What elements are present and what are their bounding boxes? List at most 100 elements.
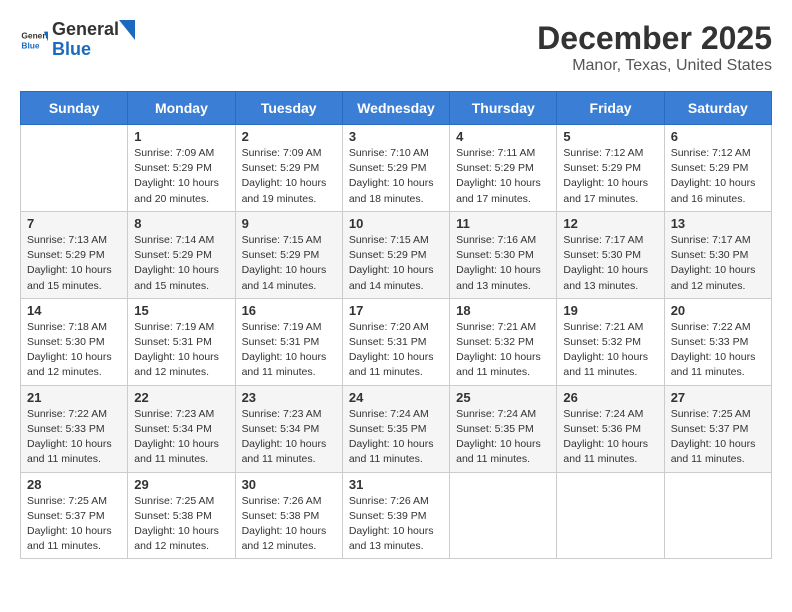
day-info: Sunrise: 7:18 AM Sunset: 5:30 PM Dayligh…: [27, 320, 121, 381]
day-number: 21: [27, 390, 121, 405]
calendar-week-row: 1 Sunrise: 7:09 AM Sunset: 5:29 PM Daylig…: [21, 125, 772, 212]
day-info: Sunrise: 7:15 AM Sunset: 5:29 PM Dayligh…: [349, 233, 443, 294]
day-info: Sunrise: 7:25 AM Sunset: 5:37 PM Dayligh…: [27, 494, 121, 555]
logo-general: General: [52, 20, 119, 40]
day-number: 12: [563, 216, 657, 231]
calendar-cell: 26Sunrise: 7:24 AM Sunset: 5:36 PM Dayli…: [557, 385, 664, 472]
calendar-cell: 23 Sunrise: 7:23 AM Sunset: 5:34 PM Dayli…: [235, 385, 342, 472]
day-number: 16: [242, 303, 336, 318]
day-info: Sunrise: 7:10 AM Sunset: 5:29 PM Dayligh…: [349, 146, 443, 207]
day-info: Sunrise: 7:23 AM Sunset: 5:34 PM Dayligh…: [134, 407, 228, 468]
calendar-cell: 9 Sunrise: 7:15 AM Sunset: 5:29 PM Daylig…: [235, 211, 342, 298]
day-info: Sunrise: 7:15 AM Sunset: 5:29 PM Dayligh…: [242, 233, 336, 294]
day-number: 23: [242, 390, 336, 405]
calendar-cell: 1Sunrise: 7:09 AM Sunset: 5:29 PM Daylig…: [128, 125, 235, 212]
day-number: 24: [349, 390, 443, 405]
day-number: 29: [134, 477, 228, 492]
calendar-header-thursday: Thursday: [450, 92, 557, 125]
calendar-cell: 8 Sunrise: 7:14 AM Sunset: 5:29 PM Daylig…: [128, 211, 235, 298]
header: General Blue General Blue December 2025 …: [20, 20, 772, 75]
calendar-cell: 5 Sunrise: 7:12 AM Sunset: 5:29 PM Daylig…: [557, 125, 664, 212]
day-info: Sunrise: 7:17 AM Sunset: 5:30 PM Dayligh…: [563, 233, 657, 294]
day-number: 22: [134, 390, 228, 405]
calendar-cell: 30 Sunrise: 7:26 AM Sunset: 5:38 PM Dayli…: [235, 472, 342, 559]
calendar-cell: 25Sunrise: 7:24 AM Sunset: 5:35 PM Dayli…: [450, 385, 557, 472]
day-number: 4: [456, 129, 550, 144]
day-info: Sunrise: 7:19 AM Sunset: 5:31 PM Dayligh…: [134, 320, 228, 381]
day-number: 30: [242, 477, 336, 492]
day-number: 17: [349, 303, 443, 318]
calendar-cell: 27 Sunrise: 7:25 AM Sunset: 5:37 PM Dayli…: [664, 385, 771, 472]
logo-text: General Blue: [52, 20, 135, 60]
calendar-week-row: 21 Sunrise: 7:22 AM Sunset: 5:33 PM Dayli…: [21, 385, 772, 472]
day-info: Sunrise: 7:21 AM Sunset: 5:32 PM Dayligh…: [563, 320, 657, 381]
calendar-cell: 18 Sunrise: 7:21 AM Sunset: 5:32 PM Dayli…: [450, 298, 557, 385]
day-number: 18: [456, 303, 550, 318]
calendar-cell: 20 Sunrise: 7:22 AM Sunset: 5:33 PM Dayli…: [664, 298, 771, 385]
calendar-cell: 17 Sunrise: 7:20 AM Sunset: 5:31 PM Dayli…: [342, 298, 449, 385]
day-info: Sunrise: 7:12 AM Sunset: 5:29 PM Dayligh…: [671, 146, 765, 207]
day-info: Sunrise: 7:16 AM Sunset: 5:30 PM Dayligh…: [456, 233, 550, 294]
day-info: Sunrise: 7:09 AM Sunset: 5:29 PM Dayligh…: [242, 146, 336, 207]
calendar-cell: 15 Sunrise: 7:19 AM Sunset: 5:31 PM Dayli…: [128, 298, 235, 385]
day-info: Sunrise: 7:14 AM Sunset: 5:29 PM Dayligh…: [134, 233, 228, 294]
logo-blue: Blue: [52, 39, 91, 59]
day-number: 15: [134, 303, 228, 318]
day-number: 3: [349, 129, 443, 144]
day-info: Sunrise: 7:20 AM Sunset: 5:31 PM Dayligh…: [349, 320, 443, 381]
day-info: Sunrise: 7:22 AM Sunset: 5:33 PM Dayligh…: [27, 407, 121, 468]
day-info: Sunrise: 7:23 AM Sunset: 5:34 PM Dayligh…: [242, 407, 336, 468]
day-number: 7: [27, 216, 121, 231]
calendar-cell: 31 Sunrise: 7:26 AM Sunset: 5:39 PM Dayli…: [342, 472, 449, 559]
calendar-header-saturday: Saturday: [664, 92, 771, 125]
calendar-week-row: 14Sunrise: 7:18 AM Sunset: 5:30 PM Dayli…: [21, 298, 772, 385]
calendar-table: SundayMondayTuesdayWednesdayThursdayFrid…: [20, 91, 772, 559]
day-number: 6: [671, 129, 765, 144]
calendar-cell: 13Sunrise: 7:17 AM Sunset: 5:30 PM Dayli…: [664, 211, 771, 298]
calendar-header-sunday: Sunday: [21, 92, 128, 125]
day-info: Sunrise: 7:17 AM Sunset: 5:30 PM Dayligh…: [671, 233, 765, 294]
calendar-cell: 29Sunrise: 7:25 AM Sunset: 5:38 PM Dayli…: [128, 472, 235, 559]
day-number: 31: [349, 477, 443, 492]
day-number: 11: [456, 216, 550, 231]
day-number: 1: [134, 129, 228, 144]
calendar-cell: 22 Sunrise: 7:23 AM Sunset: 5:34 PM Dayli…: [128, 385, 235, 472]
calendar-cell: 12 Sunrise: 7:17 AM Sunset: 5:30 PM Dayli…: [557, 211, 664, 298]
day-info: Sunrise: 7:13 AM Sunset: 5:29 PM Dayligh…: [27, 233, 121, 294]
day-info: Sunrise: 7:21 AM Sunset: 5:32 PM Dayligh…: [456, 320, 550, 381]
day-info: Sunrise: 7:25 AM Sunset: 5:37 PM Dayligh…: [671, 407, 765, 468]
calendar-header-wednesday: Wednesday: [342, 92, 449, 125]
day-info: Sunrise: 7:19 AM Sunset: 5:31 PM Dayligh…: [242, 320, 336, 381]
calendar-cell: [557, 472, 664, 559]
day-number: 8: [134, 216, 228, 231]
calendar-cell: 2Sunrise: 7:09 AM Sunset: 5:29 PM Daylig…: [235, 125, 342, 212]
calendar-cell: 14Sunrise: 7:18 AM Sunset: 5:30 PM Dayli…: [21, 298, 128, 385]
logo-icon: General Blue: [20, 26, 48, 54]
calendar-cell: 24Sunrise: 7:24 AM Sunset: 5:35 PM Dayli…: [342, 385, 449, 472]
day-number: 27: [671, 390, 765, 405]
day-info: Sunrise: 7:26 AM Sunset: 5:39 PM Dayligh…: [349, 494, 443, 555]
calendar-cell: 21 Sunrise: 7:22 AM Sunset: 5:33 PM Dayli…: [21, 385, 128, 472]
day-number: 10: [349, 216, 443, 231]
calendar-cell: 10 Sunrise: 7:15 AM Sunset: 5:29 PM Dayli…: [342, 211, 449, 298]
page-title: December 2025: [537, 20, 772, 57]
day-number: 5: [563, 129, 657, 144]
logo-arrow: [119, 20, 135, 40]
svg-text:Blue: Blue: [21, 40, 39, 50]
day-info: Sunrise: 7:26 AM Sunset: 5:38 PM Dayligh…: [242, 494, 336, 555]
calendar-cell: 19Sunrise: 7:21 AM Sunset: 5:32 PM Dayli…: [557, 298, 664, 385]
day-number: 9: [242, 216, 336, 231]
day-info: Sunrise: 7:11 AM Sunset: 5:29 PM Dayligh…: [456, 146, 550, 207]
calendar-cell: [664, 472, 771, 559]
svg-text:General: General: [21, 31, 48, 41]
calendar-week-row: 28Sunrise: 7:25 AM Sunset: 5:37 PM Dayli…: [21, 472, 772, 559]
day-info: Sunrise: 7:22 AM Sunset: 5:33 PM Dayligh…: [671, 320, 765, 381]
calendar-cell: [450, 472, 557, 559]
calendar-cell: 28Sunrise: 7:25 AM Sunset: 5:37 PM Dayli…: [21, 472, 128, 559]
day-info: Sunrise: 7:12 AM Sunset: 5:29 PM Dayligh…: [563, 146, 657, 207]
calendar-week-row: 7 Sunrise: 7:13 AM Sunset: 5:29 PM Daylig…: [21, 211, 772, 298]
calendar-cell: 7 Sunrise: 7:13 AM Sunset: 5:29 PM Daylig…: [21, 211, 128, 298]
day-number: 20: [671, 303, 765, 318]
page-subtitle: Manor, Texas, United States: [537, 57, 772, 75]
calendar-header-monday: Monday: [128, 92, 235, 125]
